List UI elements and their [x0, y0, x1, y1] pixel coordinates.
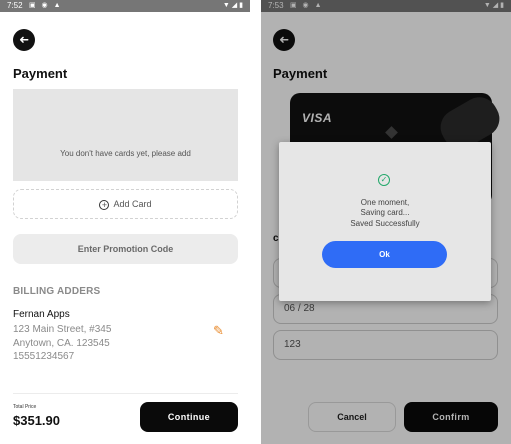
billing-address-line2: Anytown, CA. 123545	[13, 338, 110, 349]
add-card-label: Add Card	[113, 199, 152, 209]
status-bar: 7:52 ▣ ◉ ▲ ▼◢▮	[0, 0, 250, 12]
payment-screen-saving: 7:53 ▣ ◉ ▲ ▼◢▮ ➜ Payment VISA c 06 / 28 …	[261, 0, 511, 444]
billing-address-line1: 123 Main Street, #345	[13, 324, 112, 335]
back-arrow-icon: ➜	[18, 33, 30, 47]
billing-phone: 15551234567	[13, 351, 75, 362]
total-price-label: Total Price	[13, 404, 37, 410]
dialog-line-3: Saved Successfully	[350, 219, 420, 228]
page-title: Payment	[13, 66, 68, 81]
billing-name: Fernan Apps	[13, 309, 70, 320]
total-price-amount: $351.90	[13, 413, 60, 428]
dialog-line-2: Saving card...	[360, 208, 410, 217]
empty-cards-message: You don't have cards yet, please add	[60, 149, 191, 158]
status-time: 7:52	[7, 1, 23, 10]
back-button[interactable]: ➜	[13, 29, 35, 51]
notification-icons: ▣ ◉ ▲	[29, 2, 63, 9]
add-card-button[interactable]: + Add Card	[13, 189, 238, 219]
add-circle-icon: +	[99, 199, 110, 210]
check-circle-icon: ✓	[378, 174, 390, 186]
payment-screen-empty: 7:52 ▣ ◉ ▲ ▼◢▮ ➜ Payment You don't have …	[0, 0, 250, 444]
empty-cards-box: You don't have cards yet, please add	[13, 89, 238, 181]
app-root: 7:52 ▣ ◉ ▲ ▼◢▮ ➜ Payment You don't have …	[0, 0, 511, 444]
system-icons: ▼◢▮	[222, 2, 245, 9]
edit-pencil-icon[interactable]: ✎	[213, 323, 224, 339]
promotion-code-button[interactable]: Enter Promotion Code	[13, 234, 238, 264]
billing-heading: BILLING ADDERS	[13, 286, 101, 297]
saving-dialog: ✓ One moment, Saving card... Saved Succe…	[279, 142, 491, 301]
footer-divider	[13, 393, 238, 394]
continue-button[interactable]: Continue	[140, 402, 238, 432]
dialog-line-1: One moment,	[360, 198, 410, 207]
ok-button[interactable]: Ok	[322, 241, 447, 268]
